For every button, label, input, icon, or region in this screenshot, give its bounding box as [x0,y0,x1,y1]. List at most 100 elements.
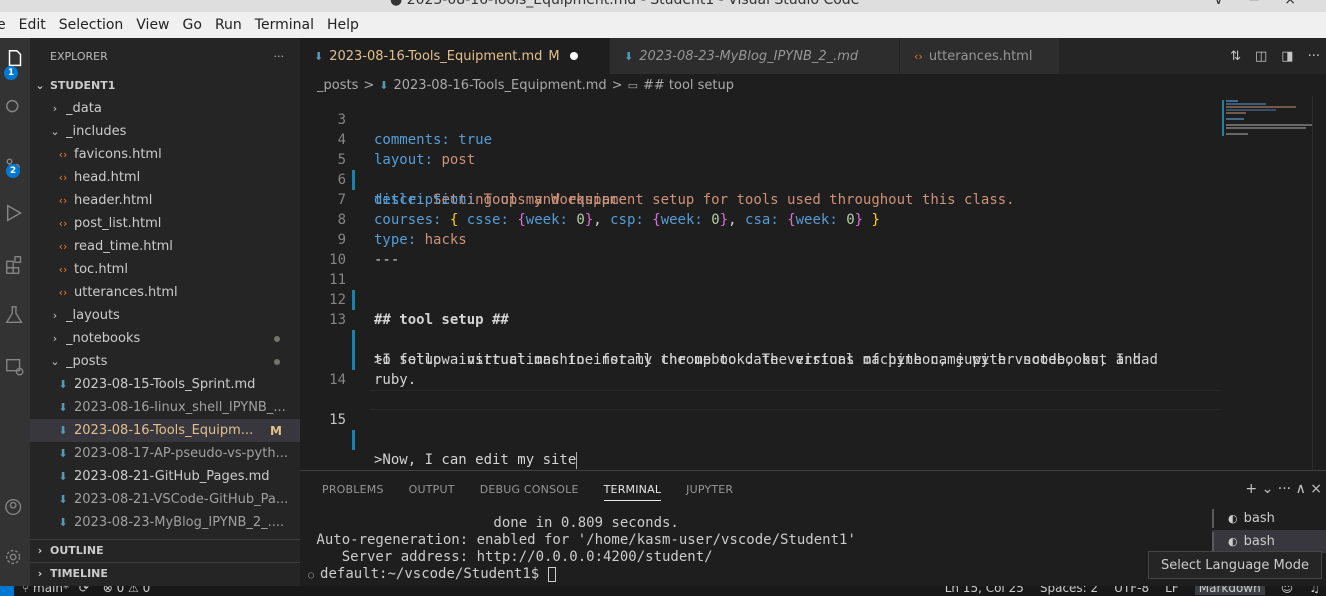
terminal-item[interactable]: ◐ bash [1212,507,1326,530]
menu-go[interactable]: Go [183,17,202,33]
run-debug-icon [6,204,22,222]
tree-item-vscode-github[interactable]: ⬇ 2023-08-21-VSCode-GitHub_Pa... [30,488,300,511]
timeline-label: TIMELINE [50,567,108,580]
menu-edit[interactable]: Edit [19,17,46,33]
terminal-item[interactable]: ◐ bash [1212,530,1326,553]
search-activity[interactable] [0,90,30,124]
menu-file[interactable]: e [0,17,6,33]
accounts-activity[interactable] [0,490,30,524]
extensions-icon [6,256,22,274]
tree-item-tools-equipment[interactable]: ⬇ 2023-08-16-Tools_Equipm... M [30,419,300,442]
tree-item-includes[interactable]: ⌄ _includes [30,120,300,143]
tree-item-data[interactable]: › _data [30,97,300,120]
window-controls[interactable]: ∨ − × [1213,0,1306,8]
status-left: ⑂ main* ⟳ ⊗ 0 ⚠ 0 [22,586,150,595]
language-mode[interactable]: Markdown [1194,586,1265,595]
tree-item-read-time[interactable]: ‹› read_time.html [30,235,300,258]
tab-tools-equipment[interactable]: ⬇ 2023-08-16-Tools_Equipment.md M [300,38,610,74]
tab-myblog[interactable]: ⬇ 2023-08-23-MyBlog_IPYNB_2_.md [610,38,900,74]
unsaved-dot-icon[interactable] [569,52,578,60]
tree-item-toc[interactable]: ‹› toc.html [30,258,300,281]
tree-item-ap-pseudo[interactable]: ⬇ 2023-08-17-AP-pseudo-vs-pyth... [30,442,300,465]
extensions-activity[interactable] [0,248,30,282]
code-editor[interactable]: 3 comments: true 4 layout: post 5 title:… [300,96,1326,470]
manage-activity[interactable] [0,540,30,574]
terminal-line: Auto-regeneration: enabled for '/home/ka… [308,532,856,548]
remote-explorer-activity[interactable] [0,350,30,384]
editor-actions: ⇅ ◫ ◨ ··· [1230,38,1326,74]
problems-count[interactable]: ⊗ 0 ⚠ 0 [103,586,151,595]
tree-item-label: _notebooks [66,331,141,346]
menu-selection[interactable]: Selection [59,17,124,33]
tree-item-header[interactable]: ‹› header.html [30,189,300,212]
html-file-icon: ‹› [914,49,923,63]
breadcrumb-folder[interactable]: _posts [317,78,358,93]
workspace-root-label: STUDENT1 [50,79,116,92]
symbol-string-icon: ▭ [627,78,638,92]
explorer-activity[interactable]: 1 [0,42,30,80]
remote-explorer-icon [6,358,24,376]
cursor-position[interactable]: Ln 15, Col 25 [945,586,1024,595]
tab-utterances[interactable]: ‹› utterances.html [900,38,1060,74]
tree-item-favicons[interactable]: ‹› favicons.html [30,143,300,166]
terminal-bash-icon: ◐ [1228,535,1238,548]
tree-item-label: post_list.html [74,216,162,231]
minimap[interactable] [1222,96,1312,156]
tree-item-layouts[interactable]: › _layouts [30,304,300,327]
more-actions-icon[interactable]: ··· [1308,49,1320,64]
feedback-icon[interactable]: ☺ [1281,586,1294,595]
tree-item-head[interactable]: ‹› head.html [30,166,300,189]
tab-jupyter[interactable]: JUPYTER [686,483,733,501]
tree-item-label: 2023-08-23-MyBlog_IPYNB_2_.... [74,515,285,530]
terminal-item-label: bash [1243,511,1275,526]
html-file-icon: ‹› [58,148,68,161]
tab-problems[interactable]: PROBLEMS [322,483,384,501]
source-control-activity[interactable]: 2 [0,150,30,184]
tab-terminal[interactable]: TERMINAL [603,483,662,501]
menu-help[interactable]: Help [327,17,359,33]
timeline-section[interactable]: › TIMELINE [30,562,300,584]
explorer-more-button[interactable]: ··· [274,50,285,63]
panel-actions[interactable]: + ⌄ ··· ∧ × [1245,481,1322,497]
menu-terminal[interactable]: Terminal [255,17,314,33]
html-file-icon: ‹› [58,263,68,276]
tree-item-tools-sprint[interactable]: ⬇ 2023-08-15-Tools_Sprint.md [30,373,300,396]
terminal-output[interactable]: done in 0.809 seconds. Auto-regeneration… [308,515,856,584]
chevron-down-icon: ⌄ [50,355,60,368]
breadcrumb-file[interactable]: 2023-08-16-Tools_Equipment.md [393,78,606,93]
chevron-right-icon: › [52,102,58,115]
sync-icon[interactable]: ⟳ [79,586,89,595]
outline-section[interactable]: › OUTLINE [30,539,300,561]
split-editor-icon[interactable]: ◨ [1281,49,1293,64]
modified-indicator: M [270,423,282,438]
compare-changes-icon[interactable]: ⇅ [1230,49,1241,64]
notifications-icon[interactable]: ♫ [1309,586,1320,595]
menu-view[interactable]: View [136,17,169,33]
explorer-badge: 1 [4,66,18,80]
tree-item-utterances[interactable]: ‹› utterances.html [30,281,300,304]
breadcrumb-symbol[interactable]: ## tool setup [643,78,734,93]
tree-item-notebooks[interactable]: › _notebooks [30,327,300,350]
testing-activity[interactable] [0,298,30,332]
explorer-title: EXPLORER [50,49,108,63]
end-of-line[interactable]: LF [1165,586,1179,595]
tree-item-linux-shell[interactable]: ⬇ 2023-08-16-linux_shell_IPYNB_... [30,396,300,419]
tree-item-posts[interactable]: ⌄ _posts [30,350,300,373]
run-debug-activity[interactable] [0,196,30,230]
menu-run[interactable]: Run [215,17,242,33]
editor-scrollbar[interactable] [1312,96,1313,470]
workspace-root[interactable]: ⌄ STUDENT1 [30,74,300,97]
modified-dot-icon [274,358,280,365]
git-branch[interactable]: main* [33,586,69,595]
tree-item-github-pages[interactable]: ⬇ 2023-08-21-GitHub_Pages.md [30,465,300,488]
remote-indicator[interactable] [0,586,14,596]
markdown-file-icon: ⬇ [58,470,68,483]
indentation[interactable]: Spaces: 2 [1040,586,1098,595]
modified-gutter-marker[interactable] [352,430,355,450]
tree-item-post-list[interactable]: ‹› post_list.html [30,212,300,235]
encoding[interactable]: UTF-8 [1114,586,1149,595]
tab-debug-console[interactable]: DEBUG CONSOLE [480,483,579,501]
tree-item-myblog[interactable]: ⬇ 2023-08-23-MyBlog_IPYNB_2_.... [30,511,300,534]
tab-output[interactable]: OUTPUT [409,483,455,501]
open-preview-icon[interactable]: ◫ [1255,49,1267,64]
